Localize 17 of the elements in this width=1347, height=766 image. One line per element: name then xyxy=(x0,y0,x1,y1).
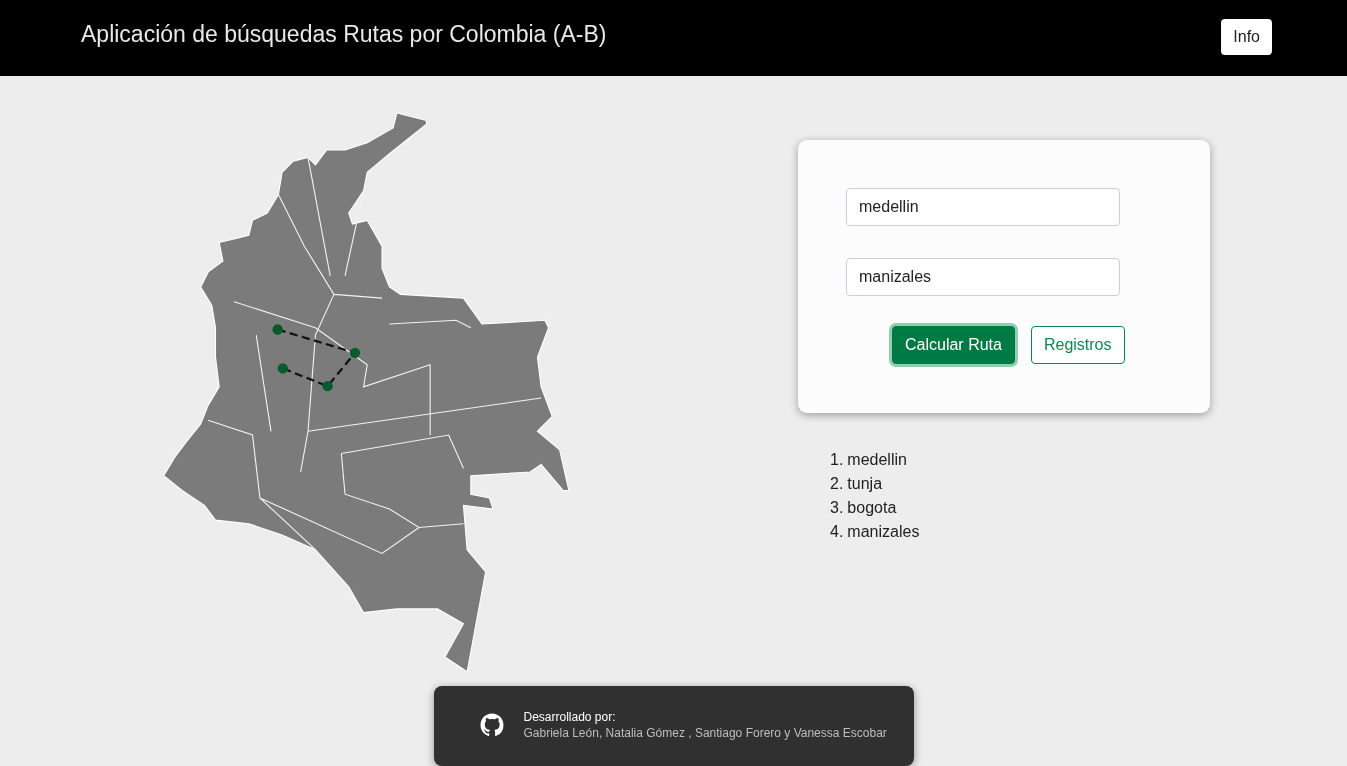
app-title: Aplicación de búsquedas Rutas por Colombia (A-B) xyxy=(81,20,607,48)
info-button[interactable]: Info xyxy=(1221,19,1272,55)
city-name: tunja xyxy=(847,473,883,494)
origin-field[interactable]: medellin xyxy=(846,187,1120,226)
destination-field[interactable]: manizales xyxy=(846,257,1120,296)
city-name: bogota xyxy=(847,497,897,518)
city-name: medellin xyxy=(847,449,907,470)
list-number: 2. xyxy=(830,473,844,494)
list-number: 4. xyxy=(830,521,844,542)
calculate-route-button[interactable]: Calcular Ruta xyxy=(892,325,1015,364)
list-number: 1. xyxy=(830,449,844,470)
footer-heading: Desarrollado por: xyxy=(523,710,617,724)
records-button[interactable]: Registros xyxy=(1030,325,1125,364)
authors-text: Gabriela León, Natalia Gómez , Santiago Forero y Vanessa Escobar xyxy=(523,726,887,740)
github-icon[interactable] xyxy=(479,713,504,737)
list-number: 3. xyxy=(830,497,844,518)
city-name: manizales xyxy=(847,521,920,542)
